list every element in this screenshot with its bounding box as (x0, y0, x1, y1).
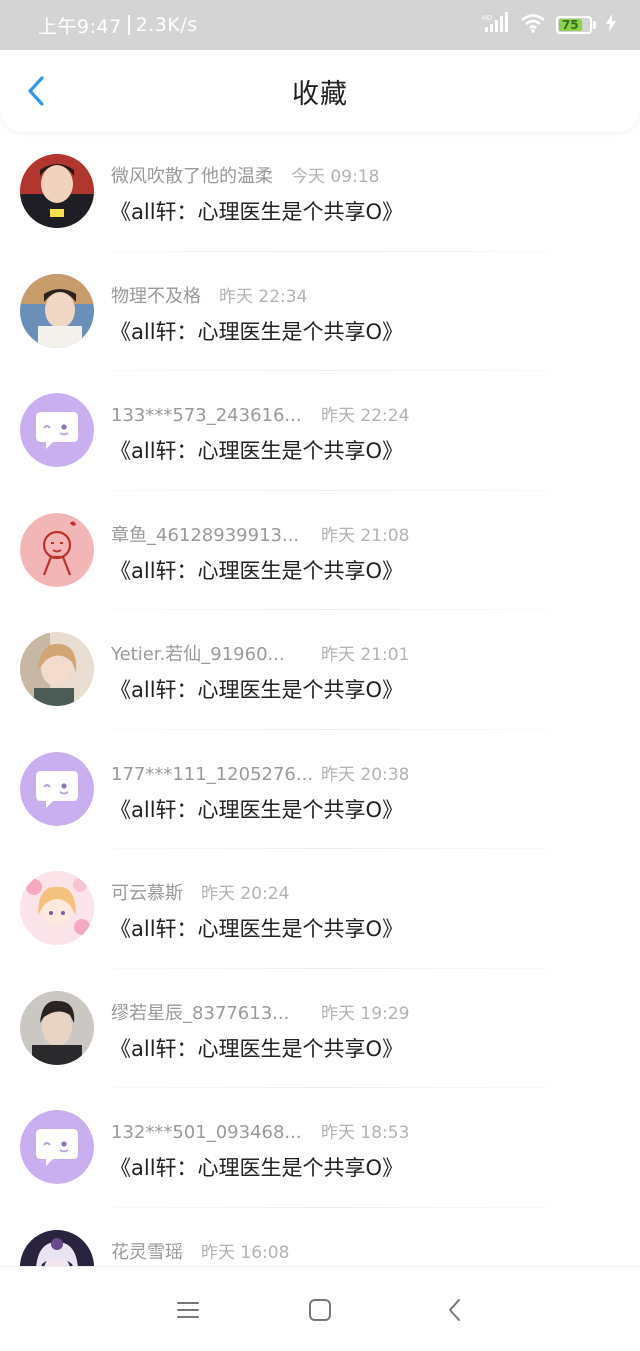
list-item[interactable]: 微风吹散了他的温柔 今天 09:18 《all轩：心理医生是个共享O》 (0, 132, 640, 252)
battery-percent: 75 (561, 18, 579, 32)
list-item[interactable]: 133***573_243616... 昨天 22:24 《all轩：心理医生是… (0, 371, 640, 491)
item-meta: 缪若星辰_8377613... 昨天 19:29 (111, 999, 409, 1025)
item-meta: Yetier.若仙_91960... 昨天 21:01 (111, 640, 409, 666)
user-name[interactable]: 缪若星辰_8377613... (111, 999, 321, 1025)
avatar[interactable] (20, 751, 94, 826)
timestamp: 昨天 22:24 (321, 406, 410, 426)
message-text: 《all轩：心理医生是个共享O》 (110, 200, 404, 224)
message-text: 《all轩：心理医生是个共享O》 (110, 439, 404, 463)
user-name[interactable]: 可云慕斯 (111, 879, 183, 905)
list-item[interactable]: 物理不及格 昨天 22:34 《all轩：心理医生是个共享O》 (0, 252, 640, 372)
header: 收藏 (0, 50, 640, 132)
timestamp: 昨天 21:01 (321, 645, 410, 665)
menu-icon (177, 1302, 199, 1318)
item-meta: 花灵雪瑶 昨天 16:08 (111, 1238, 289, 1264)
menu-button[interactable] (173, 1295, 203, 1325)
message-text: 《all轩：心理医生是个共享O》 (110, 1156, 404, 1180)
charging-icon (606, 14, 616, 36)
message-text: 《all轩：心理医生是个共享O》 (110, 558, 404, 583)
avatar[interactable] (20, 1229, 94, 1266)
status-bar: 上午9:47 2.3K/s HD 75 (0, 0, 640, 50)
timestamp: 昨天 19:29 (321, 1003, 410, 1024)
home-square-icon (309, 1299, 331, 1321)
item-meta: 132***501_093468... 昨天 18:53 (111, 1118, 409, 1143)
user-name[interactable]: 章鱼_46128939913... (111, 521, 321, 547)
timestamp: 昨天 18:53 (321, 1123, 410, 1143)
message-text: 《all轩：心理医生是个共享O》 (110, 319, 404, 344)
user-name[interactable]: 物理不及格 (111, 282, 201, 308)
user-name[interactable]: 177***111_1205276... (111, 764, 321, 785)
back-button[interactable] (18, 73, 54, 109)
timestamp: 昨天 16:08 (201, 1242, 290, 1263)
hd-label: HD (482, 15, 492, 22)
avatar[interactable] (20, 273, 94, 348)
timestamp: 昨天 20:38 (321, 764, 410, 785)
chevron-left-icon (28, 76, 44, 106)
user-name[interactable]: 花灵雪瑶 (111, 1238, 183, 1264)
status-left: 上午9:47 2.3K/s (38, 12, 198, 39)
status-separator (127, 15, 130, 35)
back-triangle-icon (449, 1299, 460, 1321)
back-nav-button[interactable] (440, 1295, 470, 1325)
list-item[interactable]: Yetier.若仙_91960... 昨天 21:01 《all轩：心理医生是个… (0, 610, 640, 730)
timestamp: 今天 09:18 (291, 167, 380, 187)
user-name[interactable]: Yetier.若仙_91960... (111, 640, 321, 666)
list-item[interactable]: 缪若星辰_8377613... 昨天 19:29 《all轩：心理医生是个共享O… (0, 969, 640, 1089)
list-item[interactable]: 可云慕斯 昨天 20:24 《all轩：心理医生是个共享O》 (0, 849, 640, 969)
message-text: 《all轩：心理医生是个共享O》 (110, 1036, 404, 1061)
message-text: 《all轩：心理医生是个共享O》 (110, 917, 404, 941)
item-meta: 可云慕斯 昨天 20:24 (111, 879, 289, 905)
timestamp: 昨天 22:34 (219, 286, 308, 307)
status-speed: 2.3K/s (135, 14, 198, 36)
wifi-icon (520, 13, 546, 37)
list-item[interactable]: 章鱼_46128939913... 昨天 21:08 《all轩：心理医生是个共… (0, 491, 640, 611)
system-nav-bar (0, 1266, 640, 1351)
user-name[interactable]: 微风吹散了他的温柔 (111, 162, 273, 188)
list-item[interactable]: 132***501_093468... 昨天 18:53 《all轩：心理医生是… (0, 1088, 640, 1208)
message-text: 《all轩：心理医生是个共享O》 (110, 797, 404, 822)
battery-tip (593, 21, 596, 29)
user-name[interactable]: 132***501_093468... (111, 1122, 321, 1143)
battery-fill: 75 (559, 18, 582, 32)
timestamp: 昨天 21:08 (321, 525, 410, 546)
item-meta: 物理不及格 昨天 22:34 (111, 282, 307, 308)
avatar[interactable] (20, 871, 94, 945)
home-button[interactable] (305, 1295, 335, 1325)
list-item[interactable]: 花灵雪瑶 昨天 16:08 (0, 1208, 640, 1266)
favorites-list[interactable]: 微风吹散了他的温柔 今天 09:18 《all轩：心理医生是个共享O》 物理不及… (0, 132, 640, 1266)
timestamp: 昨天 20:24 (201, 884, 290, 904)
status-time: 上午9:47 (38, 15, 122, 38)
avatar[interactable] (20, 1110, 94, 1184)
item-meta: 章鱼_46128939913... 昨天 21:08 (111, 521, 409, 547)
battery-body: 75 (556, 16, 592, 34)
message-text: 《all轩：心理医生是个共享O》 (110, 678, 404, 702)
avatar[interactable] (20, 512, 94, 587)
item-meta: 177***111_1205276... 昨天 20:38 (111, 760, 409, 785)
status-right: HD 75 (482, 12, 616, 38)
avatar[interactable] (20, 632, 94, 706)
item-meta: 133***573_243616... 昨天 22:24 (111, 401, 409, 426)
item-meta: 微风吹散了他的温柔 今天 09:18 (111, 162, 379, 188)
signal-icon: HD (482, 12, 510, 38)
list-item[interactable]: 177***111_1205276... 昨天 20:38 《all轩：心理医生… (0, 730, 640, 850)
avatar[interactable] (20, 990, 94, 1065)
avatar[interactable] (20, 393, 94, 467)
battery-icon: 75 (556, 16, 596, 34)
user-name[interactable]: 133***573_243616... (111, 405, 321, 426)
avatar[interactable] (20, 154, 94, 228)
page-title: 收藏 (292, 78, 348, 110)
